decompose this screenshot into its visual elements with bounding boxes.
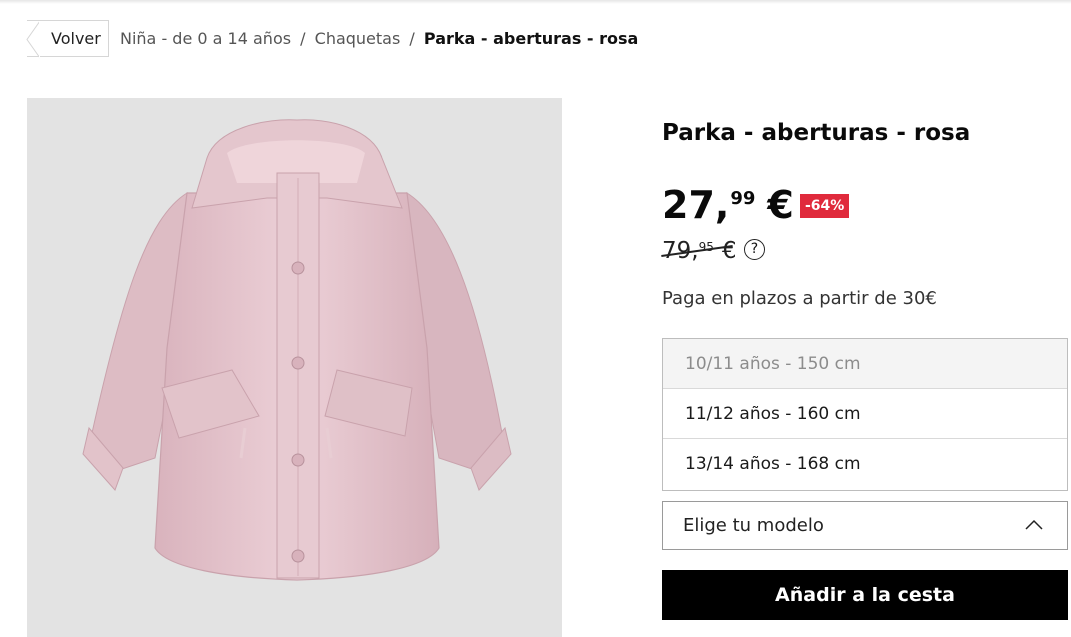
installments-text: Paga en plazos a partir de 30€ — [662, 288, 937, 309]
size-dropdown-list: 10/11 años - 150 cm 11/12 años - 160 cm … — [662, 338, 1068, 491]
breadcrumb-item-jackets[interactable]: Chaquetas — [315, 29, 401, 48]
model-select[interactable]: Elige tu modelo — [662, 501, 1068, 550]
size-option[interactable]: 10/11 años - 150 cm — [663, 339, 1067, 389]
breadcrumb-item-girls[interactable]: Niña - de 0 a 14 años — [120, 29, 291, 48]
header-shadow — [0, 0, 1071, 4]
original-price: 79, 95 € — [661, 238, 737, 264]
discount-badge: -64% — [800, 194, 850, 218]
old-price-currency: € — [721, 238, 737, 264]
price-integer: 27, — [662, 183, 730, 227]
product-title: Parka - aberturas - rosa — [662, 120, 971, 146]
breadcrumb: Niña - de 0 a 14 años / Chaquetas / Park… — [120, 29, 638, 48]
question-circle-icon[interactable]: ? — [744, 239, 765, 260]
size-option[interactable]: 13/14 años - 168 cm — [663, 439, 1067, 489]
add-to-cart-button[interactable]: Añadir a la cesta — [662, 570, 1068, 620]
back-button-label: Volver — [51, 29, 101, 48]
pink-parka-photo — [82, 119, 512, 581]
back-chevron-icon — [26, 20, 40, 59]
price-cents: 99 — [730, 188, 756, 209]
back-button[interactable]: Volver — [26, 20, 109, 59]
product-image[interactable] — [27, 98, 562, 637]
breadcrumb-current: Parka - aberturas - rosa — [423, 29, 639, 48]
breadcrumb-separator: / — [300, 29, 306, 48]
current-price: 27, 99 € — [662, 183, 794, 227]
breadcrumb-separator: / — [409, 29, 415, 48]
chevron-up-icon — [1025, 519, 1043, 530]
size-option[interactable]: 11/12 años - 160 cm — [663, 389, 1067, 439]
model-select-label: Elige tu modelo — [683, 515, 824, 536]
price-currency: € — [767, 183, 794, 227]
